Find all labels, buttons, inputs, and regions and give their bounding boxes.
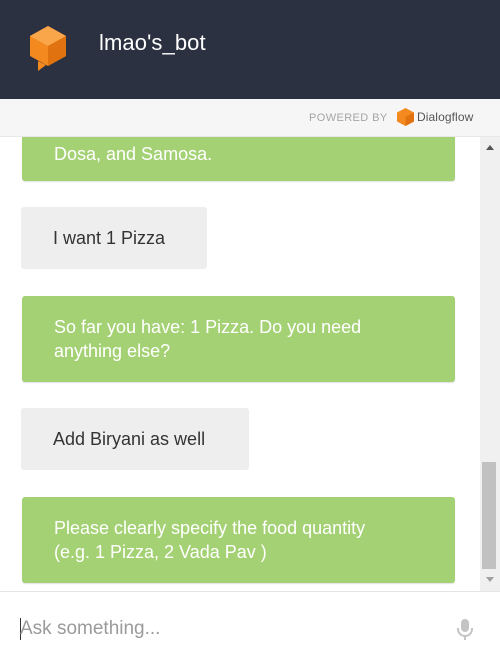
message-text: I want 1 Pizza: [53, 228, 166, 248]
chat-header: lmao's_bot: [0, 0, 500, 99]
scroll-down-icon[interactable]: [486, 577, 494, 582]
bot-message: So far you have: 1 Pizza. Do you need an…: [22, 296, 455, 382]
bot-logo-icon: [30, 26, 66, 71]
message-text: So far you have: 1 Pizza. Do you need: [54, 317, 362, 337]
microphone-icon[interactable]: [456, 618, 474, 642]
scroll-up-icon[interactable]: [486, 145, 494, 150]
message-input[interactable]: [20, 616, 440, 642]
powered-by-bar: POWERED BY Dialogflow: [0, 99, 500, 137]
bot-message: Please clearly specify the food quantity…: [22, 497, 455, 583]
message-text: Dosa, and Samosa.: [54, 144, 213, 164]
message-text: Add Biryani as well: [53, 429, 206, 449]
scrollbar-thumb[interactable]: [482, 462, 496, 569]
chat-scrollbar[interactable]: [480, 137, 500, 591]
powered-by-label: POWERED BY: [309, 112, 388, 124]
user-message: I want 1 Pizza: [21, 207, 207, 269]
dialogflow-icon: [397, 108, 414, 126]
bot-message: Dosa, and Samosa.: [22, 137, 455, 181]
message-input-bar: [0, 591, 500, 662]
message-text: anything else?: [54, 341, 171, 361]
user-message: Add Biryani as well: [21, 408, 249, 470]
chat-log[interactable]: Dosa, and Samosa. I want 1 Pizza So far …: [0, 137, 480, 591]
message-text: Please clearly specify the food quantity: [54, 518, 366, 538]
bot-name: lmao's_bot: [99, 30, 206, 55]
message-text: (e.g. 1 Pizza, 2 Vada Pav ): [54, 542, 267, 562]
dialogflow-brand: Dialogflow: [417, 110, 474, 124]
